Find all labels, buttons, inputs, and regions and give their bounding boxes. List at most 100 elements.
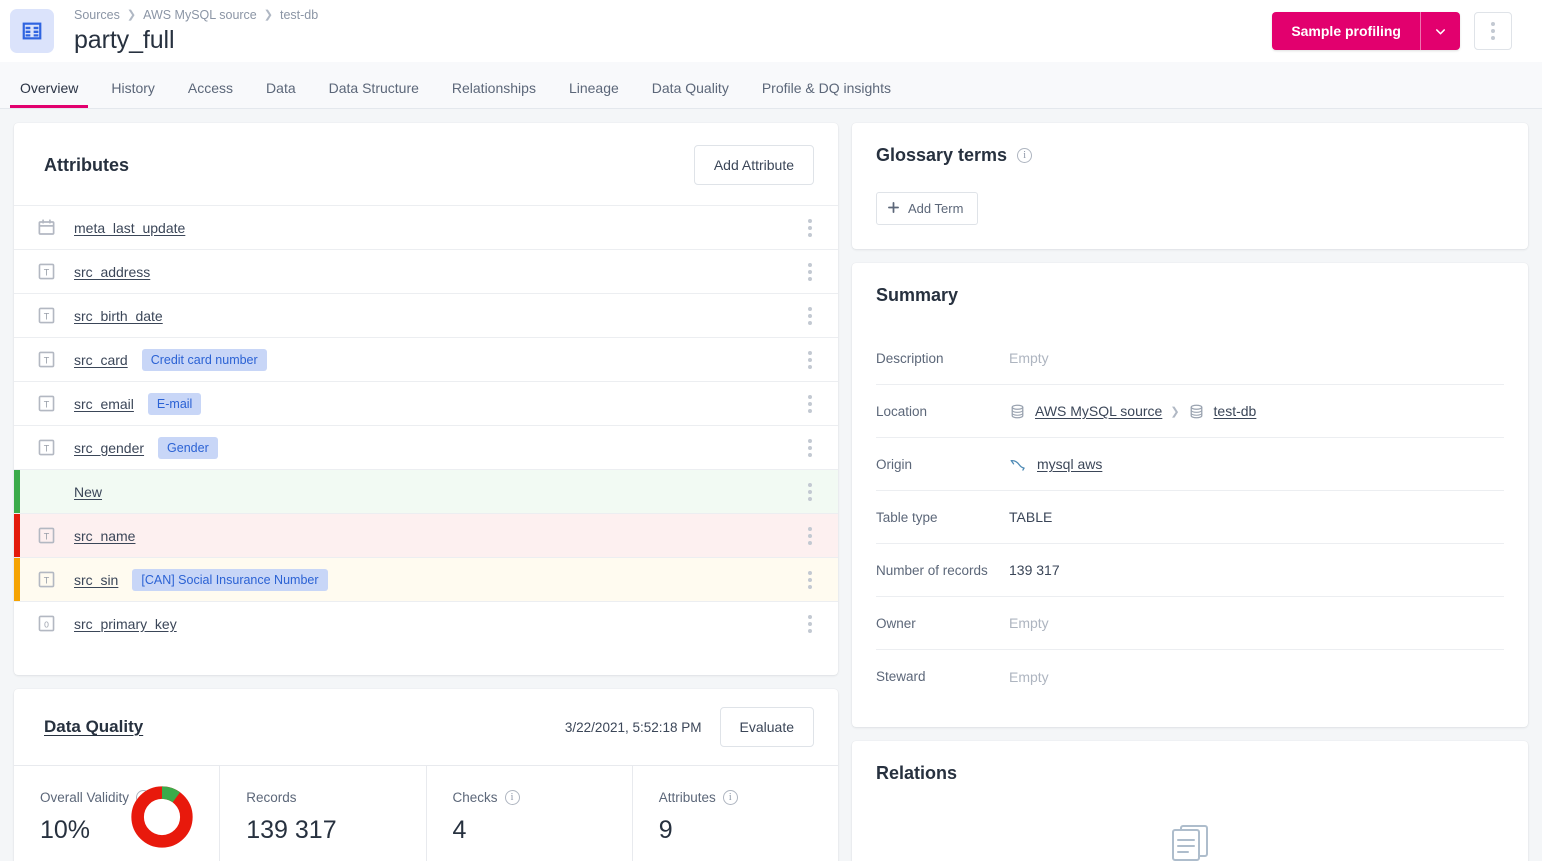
- attribute-row[interactable]: Tsrc_card Credit card number: [14, 337, 838, 381]
- svg-text:T: T: [43, 443, 49, 453]
- location-link-source[interactable]: AWS MySQL source: [1035, 403, 1162, 419]
- summary-value: mysql aws: [1009, 456, 1102, 473]
- tab-overview[interactable]: Overview: [10, 80, 89, 108]
- attribute-row[interactable]: meta_last_update: [14, 205, 838, 249]
- chevron-right-icon: ❯: [263, 8, 273, 21]
- attribute-tag[interactable]: [CAN] Social Insurance Number: [132, 568, 328, 591]
- row-kebab-menu-icon[interactable]: [808, 526, 812, 545]
- text-type-icon: T: [36, 306, 56, 326]
- chevron-down-icon[interactable]: [1420, 12, 1460, 50]
- attribute-name-link[interactable]: src_primary_key: [74, 616, 177, 632]
- text-type-icon: T: [36, 438, 56, 458]
- data-quality-card: Data Quality 3/22/2021, 5:52:18 PM Evalu…: [14, 689, 838, 861]
- attribute-name-link[interactable]: src_sin: [74, 572, 118, 588]
- svg-text:T: T: [43, 531, 49, 541]
- info-icon[interactable]: i: [504, 790, 520, 805]
- add-attribute-button[interactable]: Add Attribute: [693, 145, 814, 185]
- row-kebab-menu-icon[interactable]: [808, 482, 812, 501]
- add-term-button[interactable]: Add Term: [876, 192, 979, 225]
- row-status-bar-new: [14, 470, 20, 513]
- stat-label-text: Records: [246, 790, 297, 805]
- add-term-label: Add Term: [908, 201, 964, 216]
- tab-profile-dq-insights[interactable]: Profile & DQ insights: [752, 80, 901, 108]
- attribute-name-link[interactable]: src_gender: [74, 440, 144, 456]
- glossary-header: Glossary terms i: [876, 145, 1504, 166]
- summary-row-location: Location AWS MySQL source ❯ test-db: [876, 385, 1504, 438]
- breadcrumb-item-1[interactable]: AWS MySQL source: [143, 7, 257, 23]
- row-kebab-menu-icon[interactable]: [808, 438, 812, 457]
- tab-data-structure[interactable]: Data Structure: [319, 80, 429, 108]
- attribute-name-link[interactable]: src_email: [74, 396, 134, 412]
- glossary-terms-card: Glossary terms i Add Term: [852, 123, 1528, 249]
- svg-text:T: T: [43, 575, 49, 585]
- tab-data-quality[interactable]: Data Quality: [642, 80, 739, 108]
- attribute-name-link[interactable]: src_address: [74, 264, 150, 280]
- row-kebab-menu-icon[interactable]: [808, 218, 812, 237]
- summary-row-number-of-records: Number of records 139 317: [876, 544, 1504, 597]
- mysql-dolphin-icon: [1009, 456, 1028, 473]
- attribute-row[interactable]: Tsrc_sin [CAN] Social Insurance Number: [14, 557, 838, 601]
- chevron-right-icon: ❯: [1170, 405, 1180, 418]
- data-quality-title[interactable]: Data Quality: [44, 717, 143, 737]
- tab-relationships[interactable]: Relationships: [442, 80, 546, 108]
- svg-text:T: T: [43, 311, 49, 321]
- text-type-icon: T: [36, 350, 56, 370]
- breadcrumb-item-2[interactable]: test-db: [280, 7, 318, 23]
- attribute-row[interactable]: Tsrc_birth_date: [14, 293, 838, 337]
- sample-profiling-button-group[interactable]: Sample profiling: [1272, 12, 1460, 50]
- evaluate-button[interactable]: Evaluate: [719, 707, 814, 747]
- overall-validity-donut-chart: [129, 784, 195, 855]
- attribute-tag[interactable]: Credit card number: [141, 348, 267, 371]
- attribute-name-link[interactable]: meta_last_update: [74, 220, 185, 236]
- row-kebab-menu-icon[interactable]: [808, 350, 812, 369]
- summary-key: Origin: [876, 456, 913, 472]
- attribute-tag[interactable]: E-mail: [147, 392, 202, 415]
- info-icon[interactable]: i: [722, 790, 738, 805]
- attribute-name-link[interactable]: src_card: [74, 352, 128, 368]
- sample-profiling-button[interactable]: Sample profiling: [1272, 12, 1420, 50]
- tab-history[interactable]: History: [101, 80, 165, 108]
- attribute-row[interactable]: Tsrc_gender Gender: [14, 425, 838, 469]
- row-kebab-menu-icon[interactable]: [808, 394, 812, 413]
- summary-row-description: Description Empty: [876, 332, 1504, 385]
- right-column: Glossary terms i Add Term Summary Descri…: [852, 123, 1528, 861]
- summary-value: Empty: [1009, 615, 1049, 631]
- row-kebab-menu-icon[interactable]: [808, 570, 812, 589]
- row-kebab-menu-icon[interactable]: [808, 306, 812, 325]
- summary-key: Owner: [876, 615, 916, 631]
- overflow-menu-button[interactable]: [1474, 12, 1512, 50]
- tab-data[interactable]: Data: [256, 80, 306, 108]
- attributes-list-spacer: [14, 645, 838, 675]
- stat-attributes: Attributes i 9: [633, 766, 838, 861]
- text-type-icon: T: [36, 394, 56, 414]
- summary-card: Summary Description Empty Location AWS M…: [852, 263, 1528, 727]
- attribute-row[interactable]: 0 src_primary_key: [14, 601, 838, 645]
- tab-access[interactable]: Access: [178, 80, 243, 108]
- page-title: party_full: [74, 25, 175, 54]
- breadcrumb-item-0[interactable]: Sources: [74, 7, 120, 23]
- attribute-name-link[interactable]: src_birth_date: [74, 308, 163, 324]
- relations-card: Relations: [852, 741, 1528, 861]
- row-kebab-menu-icon[interactable]: [808, 262, 812, 281]
- data-quality-stats: Overall Validity i 10% Records 139 317 C…: [14, 765, 838, 861]
- attribute-name-link[interactable]: src_name: [74, 528, 135, 544]
- origin-link[interactable]: mysql aws: [1037, 456, 1102, 472]
- attributes-title: Attributes: [44, 154, 129, 175]
- location-link-database[interactable]: test-db: [1214, 403, 1257, 419]
- row-kebab-menu-icon[interactable]: [808, 614, 812, 633]
- left-column: Attributes Add Attribute meta_last_updat…: [14, 123, 838, 861]
- text-type-icon: T: [36, 570, 56, 590]
- stat-checks: Checks i 4: [427, 766, 633, 861]
- summary-key: Description: [876, 350, 944, 366]
- data-quality-header: Data Quality 3/22/2021, 5:52:18 PM Evalu…: [14, 689, 838, 765]
- info-icon[interactable]: i: [1017, 148, 1033, 163]
- svg-text:0: 0: [44, 619, 49, 629]
- tab-lineage[interactable]: Lineage: [559, 80, 629, 108]
- attribute-row[interactable]: Tsrc_name: [14, 513, 838, 557]
- stat-label: Attributes i: [659, 790, 812, 805]
- attribute-row[interactable]: Tsrc_email E-mail: [14, 381, 838, 425]
- attribute-row[interactable]: New: [14, 469, 838, 513]
- attribute-row[interactable]: Tsrc_address: [14, 249, 838, 293]
- attribute-name-link[interactable]: New: [74, 484, 102, 500]
- attribute-tag[interactable]: Gender: [158, 436, 218, 459]
